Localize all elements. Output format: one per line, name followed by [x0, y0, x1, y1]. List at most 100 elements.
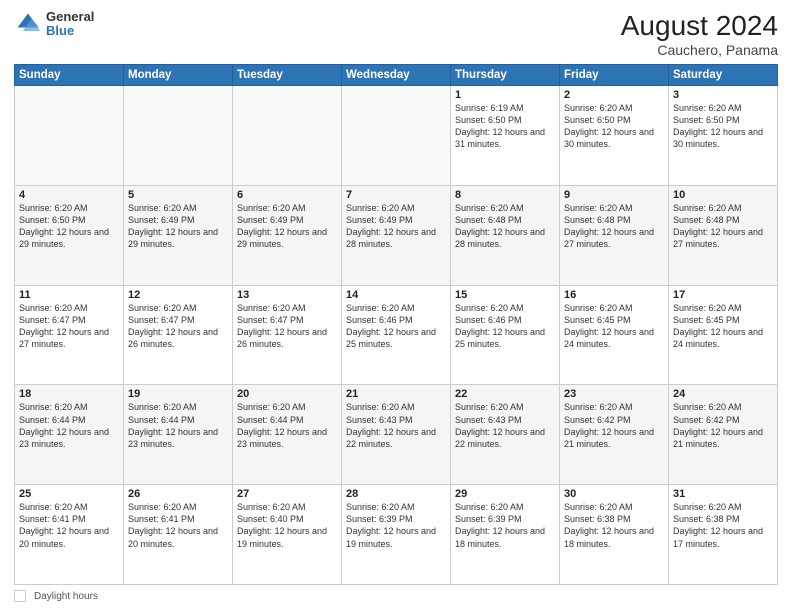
calendar-cell: 13Sunrise: 6:20 AM Sunset: 6:47 PM Dayli…: [233, 285, 342, 385]
calendar-cell: [342, 86, 451, 186]
calendar-cell: 27Sunrise: 6:20 AM Sunset: 6:40 PM Dayli…: [233, 485, 342, 585]
calendar-cell: 1Sunrise: 6:19 AM Sunset: 6:50 PM Daylig…: [451, 86, 560, 186]
calendar-header-thursday: Thursday: [451, 65, 560, 86]
calendar-week-3: 11 Sunrise: 6:20 AM Sunset: 6:47 PM Dayli…: [15, 285, 778, 385]
day-info: Sunrise: 6:19 AM Sunset: 6:50 PM Dayligh…: [455, 102, 555, 151]
calendar-header-tuesday: Tuesday: [233, 65, 342, 86]
calendar-cell: 31Sunrise: 6:20 AM Sunset: 6:38 PM Dayli…: [669, 485, 778, 585]
day-number: 31: [673, 488, 773, 500]
day-info: Sunrise: 6:20 AM Sunset: 6:42 PM Dayligh…: [673, 401, 773, 450]
calendar-cell: 15Sunrise: 6:20 AM Sunset: 6:46 PM Dayli…: [451, 285, 560, 385]
calendar-cell: 17Sunrise: 6:20 AM Sunset: 6:45 PM Dayli…: [669, 285, 778, 385]
calendar-header-wednesday: Wednesday: [342, 65, 451, 86]
day-number: 6: [237, 189, 337, 201]
calendar-week-2: 4Sunrise: 6:20 AM Sunset: 6:50 PM Daylig…: [15, 185, 778, 285]
header: General Blue August 2024 Cauchero, Panam…: [14, 10, 778, 58]
logo-blue-text: Blue: [46, 24, 94, 38]
day-number: 9: [564, 189, 664, 201]
day-info: Sunrise: 6:20 AM Sunset: 6:48 PM Dayligh…: [564, 202, 664, 251]
day-info: Sunrise: 6:20 AM Sunset: 6:49 PM Dayligh…: [128, 202, 228, 251]
day-number: 20: [237, 388, 337, 400]
day-number: 3: [673, 89, 773, 101]
day-number: 23: [564, 388, 664, 400]
calendar-cell: 18Sunrise: 6:20 AM Sunset: 6:44 PM Dayli…: [15, 385, 124, 485]
day-number: 27: [237, 488, 337, 500]
day-number: 11: [19, 289, 119, 301]
day-info: Sunrise: 6:20 AM Sunset: 6:38 PM Dayligh…: [564, 501, 664, 550]
calendar-cell: 22Sunrise: 6:20 AM Sunset: 6:43 PM Dayli…: [451, 385, 560, 485]
day-info: Sunrise: 6:20 AM Sunset: 6:44 PM Dayligh…: [19, 401, 119, 450]
calendar-cell: 28Sunrise: 6:20 AM Sunset: 6:39 PM Dayli…: [342, 485, 451, 585]
day-info: Sunrise: 6:20 AM Sunset: 6:50 PM Dayligh…: [673, 102, 773, 151]
day-number: 21: [346, 388, 446, 400]
day-number: 29: [455, 488, 555, 500]
calendar-cell: 12Sunrise: 6:20 AM Sunset: 6:47 PM Dayli…: [124, 285, 233, 385]
calendar-cell: 24Sunrise: 6:20 AM Sunset: 6:42 PM Dayli…: [669, 385, 778, 485]
day-info: Sunrise: 6:20 AM Sunset: 6:39 PM Dayligh…: [346, 501, 446, 550]
calendar-cell: [15, 86, 124, 186]
calendar-cell: 3Sunrise: 6:20 AM Sunset: 6:50 PM Daylig…: [669, 86, 778, 186]
day-info: Sunrise: 6:20 AM Sunset: 6:46 PM Dayligh…: [346, 302, 446, 351]
day-info: Sunrise: 6:20 AM Sunset: 6:47 PM Dayligh…: [237, 302, 337, 351]
day-number: 15: [455, 289, 555, 301]
day-info: Sunrise: 6:20 AM Sunset: 6:41 PM Dayligh…: [19, 501, 119, 550]
calendar-cell: 23Sunrise: 6:20 AM Sunset: 6:42 PM Dayli…: [560, 385, 669, 485]
calendar-cell: 26Sunrise: 6:20 AM Sunset: 6:41 PM Dayli…: [124, 485, 233, 585]
month-year: August 2024: [621, 10, 778, 42]
calendar-week-4: 18Sunrise: 6:20 AM Sunset: 6:44 PM Dayli…: [15, 385, 778, 485]
day-info: Sunrise: 6:20 AM Sunset: 6:45 PM Dayligh…: [673, 302, 773, 351]
day-number: 22: [455, 388, 555, 400]
day-info: Sunrise: 6:20 AM Sunset: 6:47 PM Dayligh…: [128, 302, 228, 351]
day-number: 19: [128, 388, 228, 400]
calendar-header-friday: Friday: [560, 65, 669, 86]
calendar-cell: 8Sunrise: 6:20 AM Sunset: 6:48 PM Daylig…: [451, 185, 560, 285]
day-info: Sunrise: 6:20 AM Sunset: 6:40 PM Dayligh…: [237, 501, 337, 550]
calendar-cell: 29Sunrise: 6:20 AM Sunset: 6:39 PM Dayli…: [451, 485, 560, 585]
day-number: 16: [564, 289, 664, 301]
footer-label: Daylight hours: [34, 591, 98, 602]
day-info: Sunrise: 6:20 AM Sunset: 6:49 PM Dayligh…: [237, 202, 337, 251]
calendar-cell: 7Sunrise: 6:20 AM Sunset: 6:49 PM Daylig…: [342, 185, 451, 285]
day-number: 14: [346, 289, 446, 301]
calendar-cell: 5Sunrise: 6:20 AM Sunset: 6:49 PM Daylig…: [124, 185, 233, 285]
footer-box: [14, 590, 26, 602]
day-info: Sunrise: 6:20 AM Sunset: 6:46 PM Dayligh…: [455, 302, 555, 351]
day-info: Sunrise: 6:20 AM Sunset: 6:43 PM Dayligh…: [346, 401, 446, 450]
day-info: Sunrise: 6:20 AM Sunset: 6:44 PM Dayligh…: [237, 401, 337, 450]
day-number: 13: [237, 289, 337, 301]
calendar-cell: 16Sunrise: 6:20 AM Sunset: 6:45 PM Dayli…: [560, 285, 669, 385]
location: Cauchero, Panama: [621, 42, 778, 58]
calendar-week-1: 1Sunrise: 6:19 AM Sunset: 6:50 PM Daylig…: [15, 86, 778, 186]
day-number: 18: [19, 388, 119, 400]
calendar-header-saturday: Saturday: [669, 65, 778, 86]
calendar-header-sunday: Sunday: [15, 65, 124, 86]
calendar-week-5: 25Sunrise: 6:20 AM Sunset: 6:41 PM Dayli…: [15, 485, 778, 585]
day-number: 7: [346, 189, 446, 201]
day-info: Sunrise: 6:20 AM Sunset: 6:42 PM Dayligh…: [564, 401, 664, 450]
calendar-cell: [233, 86, 342, 186]
day-number: 17: [673, 289, 773, 301]
calendar-header-monday: Monday: [124, 65, 233, 86]
calendar-cell: 20Sunrise: 6:20 AM Sunset: 6:44 PM Dayli…: [233, 385, 342, 485]
day-number: 10: [673, 189, 773, 201]
day-info: Sunrise: 6:20 AM Sunset: 6:48 PM Dayligh…: [673, 202, 773, 251]
logo-icon: [14, 10, 42, 38]
calendar-cell: 6Sunrise: 6:20 AM Sunset: 6:49 PM Daylig…: [233, 185, 342, 285]
logo-text: General Blue: [46, 10, 94, 39]
day-number: 12: [128, 289, 228, 301]
day-info: Sunrise: 6:20 AM Sunset: 6:38 PM Dayligh…: [673, 501, 773, 550]
day-info: Sunrise: 6:20 AM Sunset: 6:50 PM Dayligh…: [564, 102, 664, 151]
calendar-cell: 25Sunrise: 6:20 AM Sunset: 6:41 PM Dayli…: [15, 485, 124, 585]
day-info: Sunrise: 6:20 AM Sunset: 6:43 PM Dayligh…: [455, 401, 555, 450]
calendar-cell: [124, 86, 233, 186]
calendar-cell: 30Sunrise: 6:20 AM Sunset: 6:38 PM Dayli…: [560, 485, 669, 585]
day-info: Sunrise: 6:20 AM Sunset: 6:41 PM Dayligh…: [128, 501, 228, 550]
day-info: Sunrise: 6:20 AM Sunset: 6:48 PM Dayligh…: [455, 202, 555, 251]
day-number: 1: [455, 89, 555, 101]
logo-general-text: General: [46, 10, 94, 24]
day-info: Sunrise: 6:20 AM Sunset: 6:49 PM Dayligh…: [346, 202, 446, 251]
calendar-cell: 21Sunrise: 6:20 AM Sunset: 6:43 PM Dayli…: [342, 385, 451, 485]
day-number: 2: [564, 89, 664, 101]
calendar-cell: 14Sunrise: 6:20 AM Sunset: 6:46 PM Dayli…: [342, 285, 451, 385]
calendar-cell: 19Sunrise: 6:20 AM Sunset: 6:44 PM Dayli…: [124, 385, 233, 485]
